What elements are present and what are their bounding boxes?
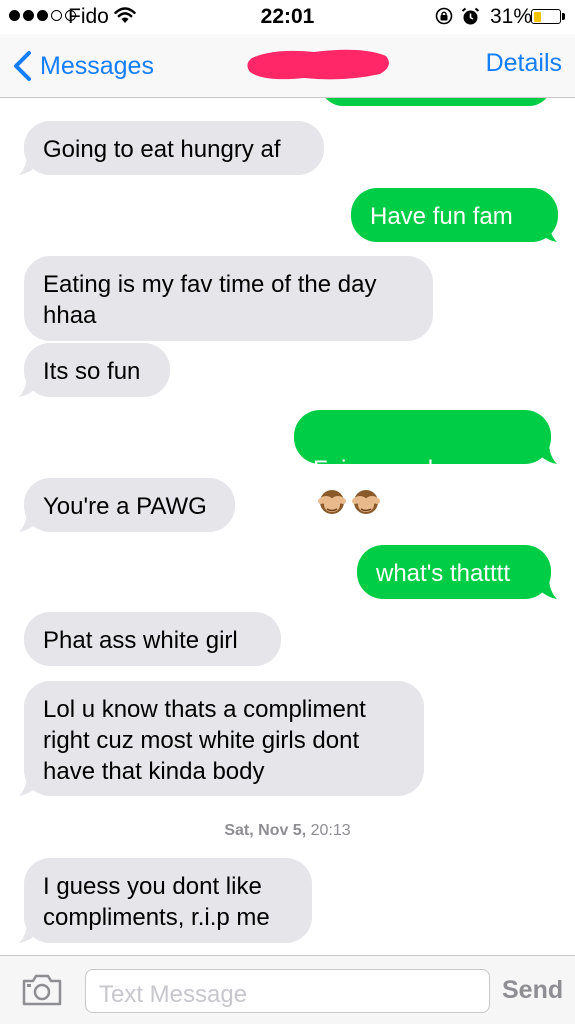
status-bar: Fido 22:01 31% [0, 0, 575, 34]
contact-name-redaction [247, 49, 389, 80]
battery-percent: 31% [490, 5, 533, 28]
camera-icon[interactable] [21, 973, 63, 1007]
message-bubble-incoming[interactable]: You're a PAWG [24, 478, 235, 532]
messages-screen: Going to eat hungry af Have fun fam Eati… [0, 0, 575, 1024]
see-no-evil-monkey-icon [318, 489, 346, 514]
text-message-input[interactable] [85, 969, 490, 1013]
message-bubble-incoming[interactable]: Eating is my fav time of the day hhaa [24, 256, 433, 341]
navigation-bar: Messages Details [0, 34, 575, 98]
timestamp-date: Sat, Nov 5, [224, 822, 307, 839]
chevron-left-icon [14, 51, 31, 81]
message-bubble-outgoing[interactable]: Fair enough [294, 410, 551, 514]
back-label: Messages [40, 51, 154, 80]
conversation-timestamp: Sat, Nov 5, 20:13 [0, 822, 575, 840]
see-no-evil-monkey-icon [352, 489, 380, 514]
message-bubble-incoming[interactable]: Lol u know thats a compliment right cuz … [24, 681, 424, 796]
message-bubble-incoming[interactable]: Its so fun [24, 343, 170, 397]
back-to-messages-button[interactable]: Messages [12, 48, 154, 84]
message-bubble-outgoing[interactable]: Have fun fam [351, 188, 558, 242]
message-text: Fair enough [313, 456, 442, 483]
battery-icon [531, 9, 561, 24]
battery-fill [533, 11, 542, 22]
rotation-lock-icon [435, 7, 453, 25]
message-thread[interactable]: Going to eat hungry af Have fun fam Eati… [0, 0, 575, 1024]
status-time: 22:01 [260, 5, 315, 28]
message-bubble-incoming[interactable]: Going to eat hungry af [24, 121, 324, 175]
timestamp-time: 20:13 [310, 822, 351, 839]
alarm-icon [461, 7, 480, 25]
battery-cap [562, 13, 565, 20]
send-button[interactable]: Send [502, 976, 563, 1005]
details-button[interactable]: Details [486, 49, 562, 78]
message-bubble-outgoing[interactable]: what's thatttt [357, 545, 551, 599]
message-bubble-incoming[interactable]: I guess you dont like compliments, r.i.p… [24, 858, 312, 943]
message-bubble-incoming[interactable]: Phat ass white girl [24, 612, 281, 666]
message-input-bar: Send [0, 955, 575, 1024]
